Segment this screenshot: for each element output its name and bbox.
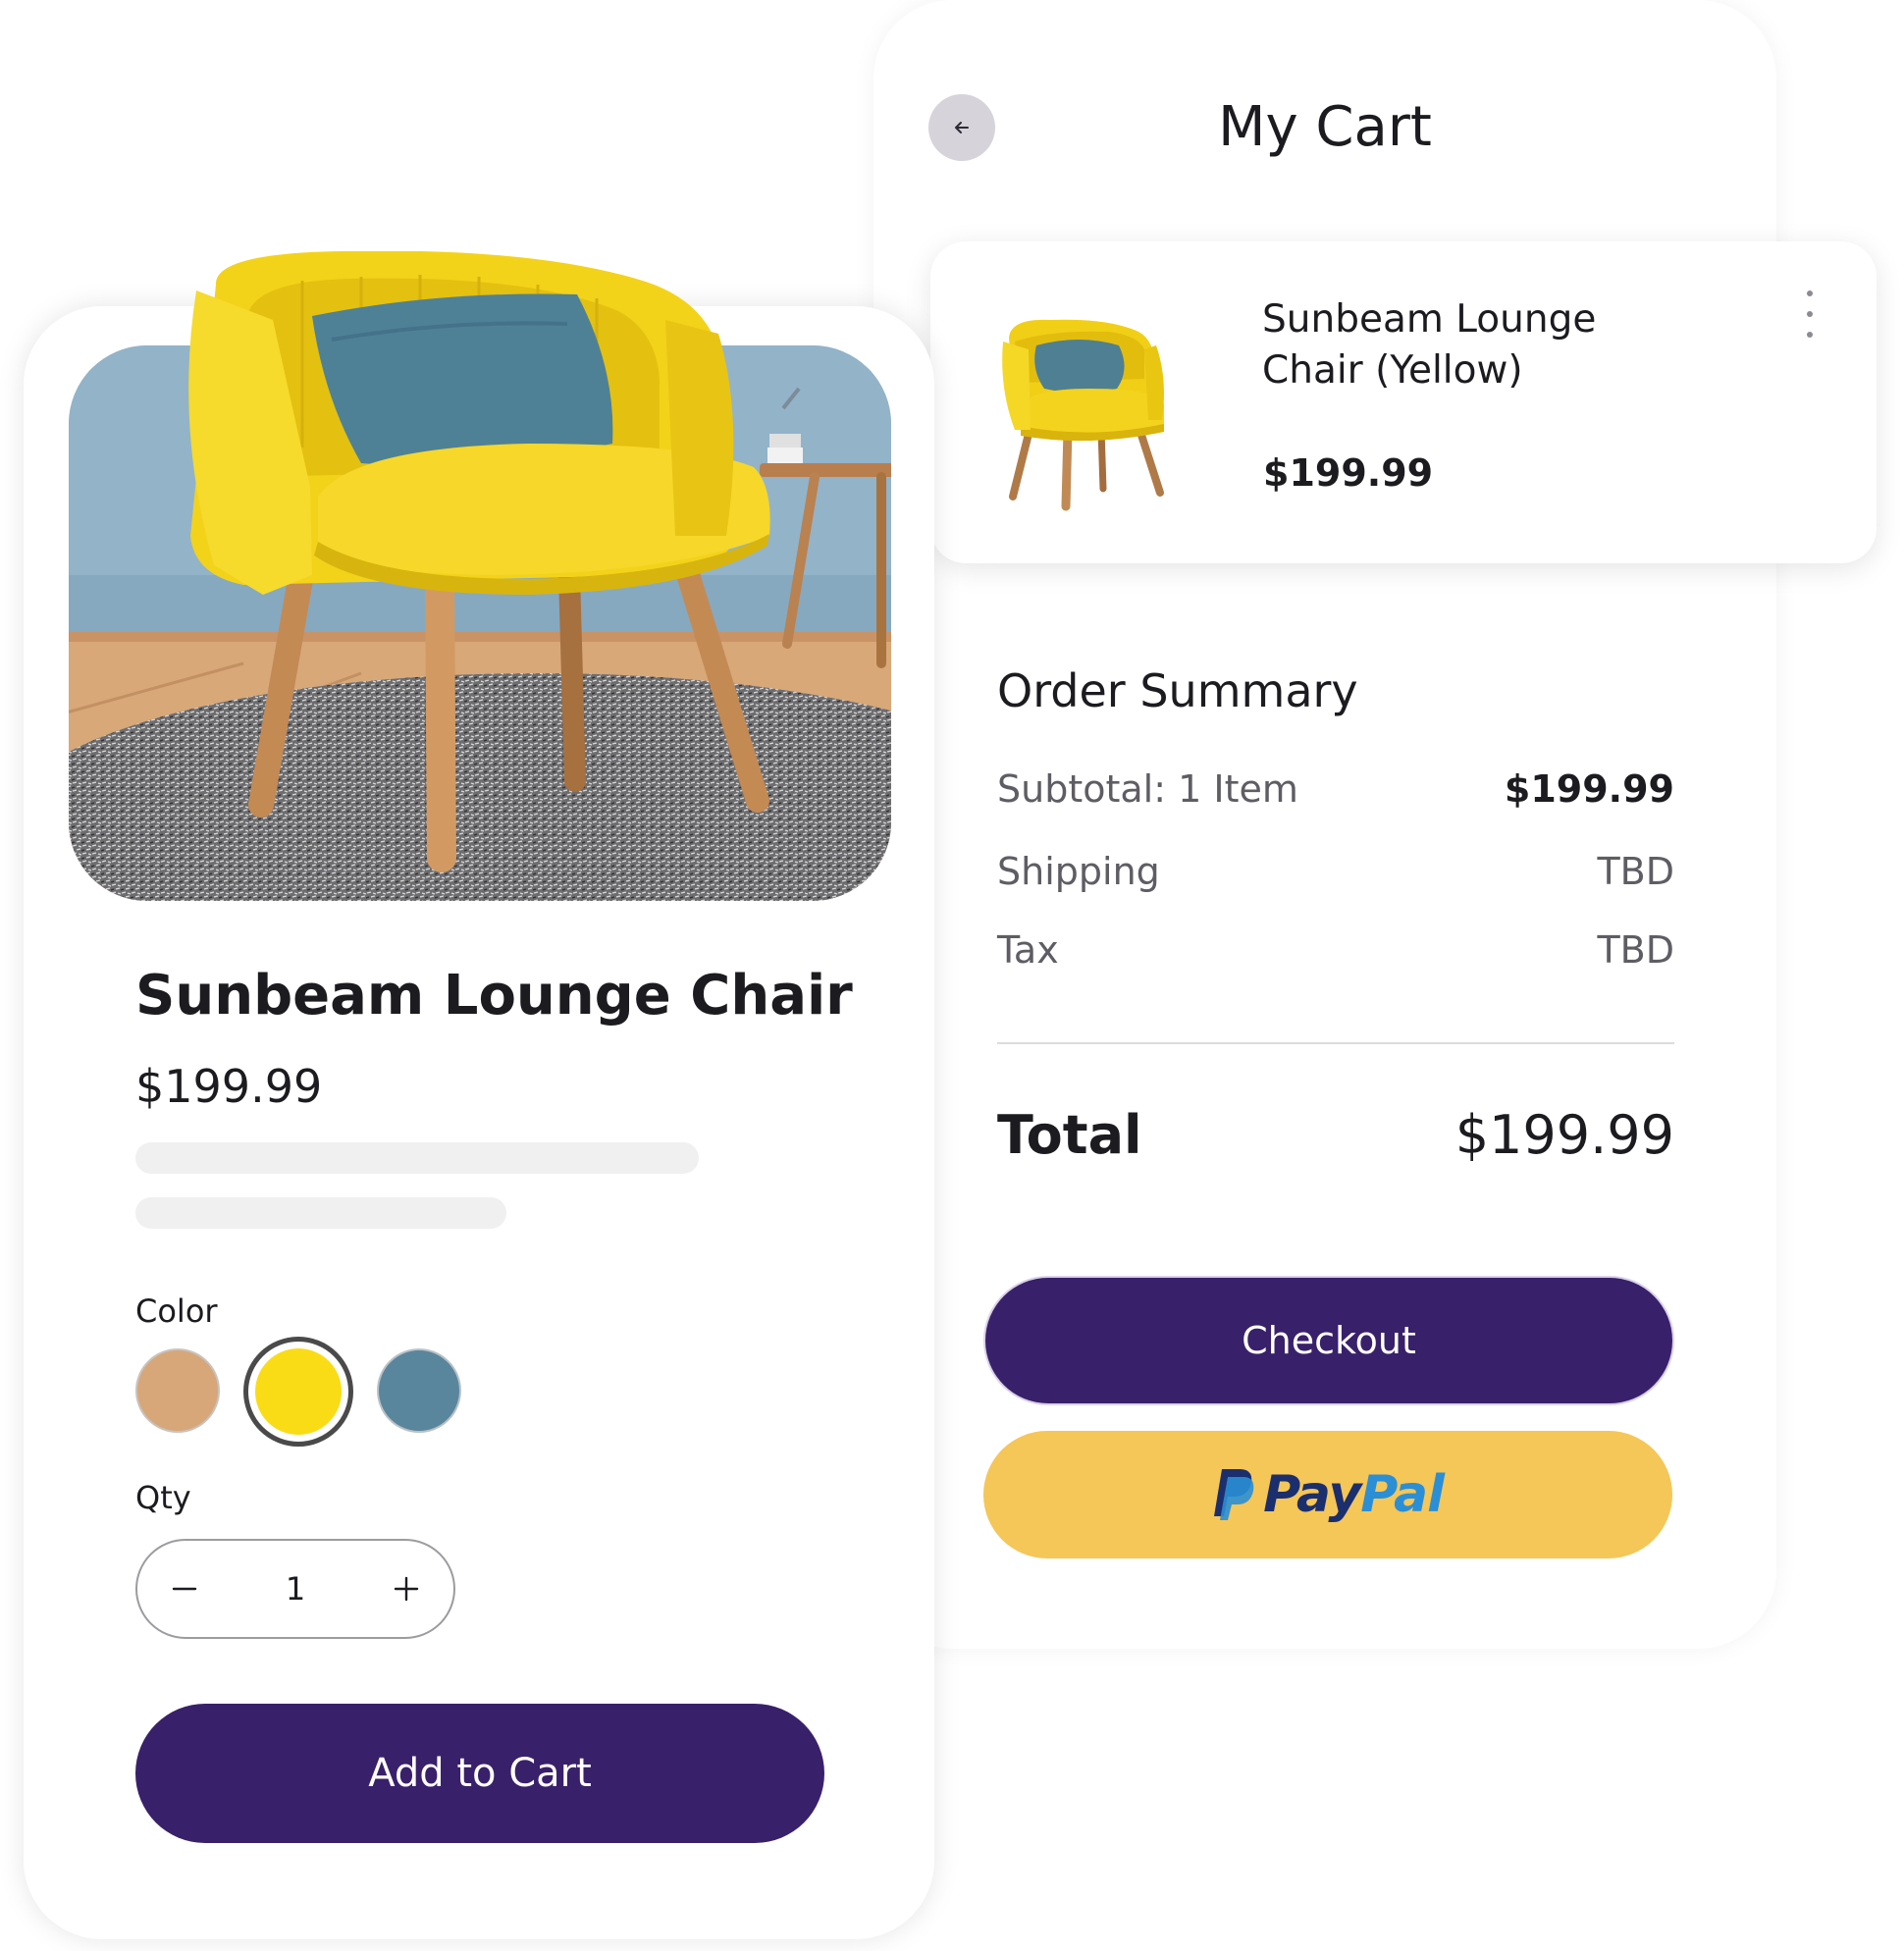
paypal-button[interactable]: PayPal xyxy=(983,1431,1672,1558)
color-swatch-tan[interactable] xyxy=(135,1348,220,1433)
checkout-button[interactable]: Checkout xyxy=(985,1278,1672,1403)
quantity-value[interactable]: 1 xyxy=(255,1541,336,1637)
more-vertical-icon[interactable] xyxy=(1798,290,1822,338)
increase-quantity-button[interactable] xyxy=(367,1541,446,1637)
color-label: Color xyxy=(135,1292,218,1330)
add-to-cart-button[interactable]: Add to Cart xyxy=(135,1704,824,1843)
paypal-logo: PayPal xyxy=(1212,1465,1445,1524)
cart-item-thumbnail xyxy=(1002,319,1164,511)
product-title: Sunbeam Lounge Chair xyxy=(135,964,853,1028)
total-label: Total xyxy=(997,1104,1142,1166)
tax-row: Tax TBD xyxy=(997,924,1674,976)
description-placeholder-line xyxy=(135,1197,506,1229)
description-placeholder-line xyxy=(135,1142,699,1174)
paypal-icon xyxy=(1214,1469,1254,1520)
paypal-wordmark-pay: Pay xyxy=(1263,1465,1361,1524)
order-summary-heading: Order Summary xyxy=(997,664,1358,717)
menu-dot xyxy=(1807,332,1813,338)
cart-item-price: $199.99 xyxy=(1263,451,1434,495)
minus-icon xyxy=(172,1587,197,1591)
shipping-label: Shipping xyxy=(997,850,1160,893)
cart-item-name: Sunbeam Lounge Chair (Yellow) xyxy=(1262,297,1597,393)
subtotal-row: Subtotal: 1 Item $199.99 xyxy=(997,764,1674,815)
paypal-wordmark-pal: Pal xyxy=(1360,1465,1445,1524)
back-button[interactable] xyxy=(928,94,995,161)
color-swatch-yellow-selected[interactable] xyxy=(243,1337,353,1447)
arrow-left-icon xyxy=(955,122,969,133)
cart-title: My Cart xyxy=(1218,95,1432,159)
decrease-quantity-button[interactable] xyxy=(145,1541,224,1637)
summary-divider xyxy=(997,1042,1674,1044)
quantity-stepper: 1 xyxy=(135,1539,455,1639)
total-value: $199.99 xyxy=(1454,1104,1674,1166)
qty-label: Qty xyxy=(135,1479,191,1516)
subtotal-value: $199.99 xyxy=(1504,767,1674,811)
plus-icon xyxy=(394,1576,419,1602)
shipping-row: Shipping TBD xyxy=(997,846,1674,897)
product-price: $199.99 xyxy=(135,1060,323,1113)
subtotal-label: Subtotal: 1 Item xyxy=(997,767,1298,811)
tax-label: Tax xyxy=(997,928,1059,972)
total-row: Total $199.99 xyxy=(997,1101,1674,1170)
color-swatch-yellow-fill xyxy=(255,1348,342,1435)
color-swatch-blue[interactable] xyxy=(377,1348,461,1433)
menu-dot xyxy=(1807,290,1813,296)
product-image xyxy=(69,251,891,901)
tax-value: TBD xyxy=(1597,928,1674,972)
shipping-value: TBD xyxy=(1597,850,1674,893)
menu-dot xyxy=(1807,311,1813,317)
